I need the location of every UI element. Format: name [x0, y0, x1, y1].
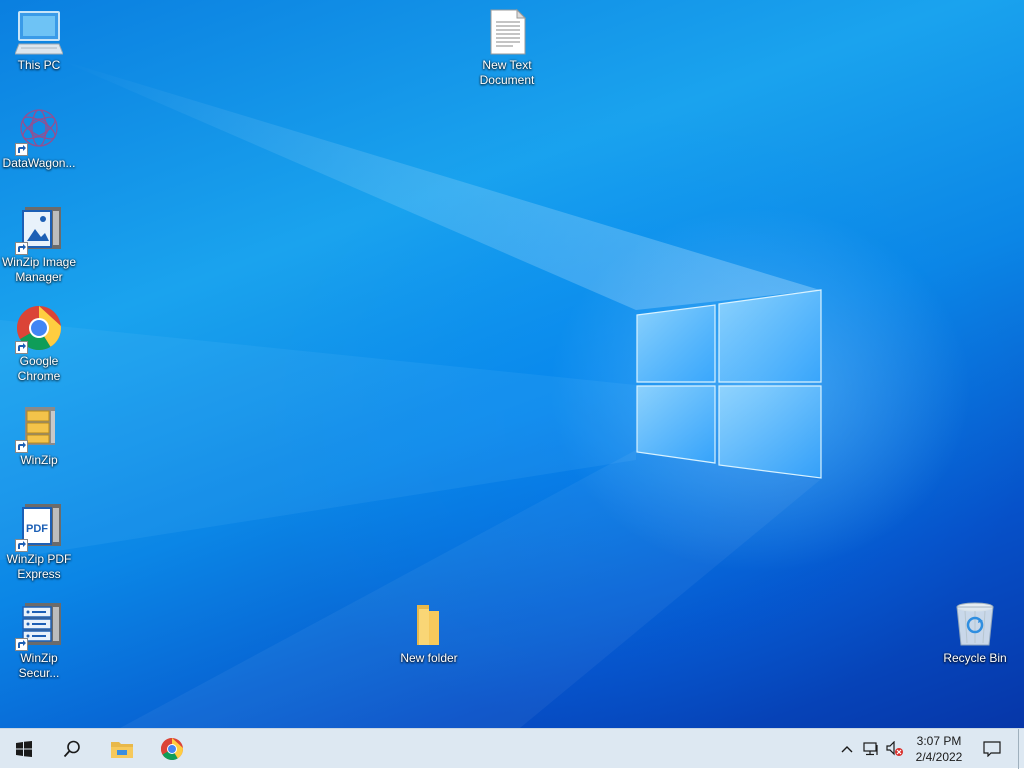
start-button[interactable] — [0, 729, 48, 769]
file-explorer-icon — [111, 742, 133, 758]
taskbar-chrome[interactable] — [148, 729, 196, 769]
icon-label: This PC — [17, 58, 61, 72]
computer-icon — [14, 8, 64, 56]
icon-label: Recycle Bin — [943, 651, 1007, 665]
wallpaper-windows-logo — [636, 289, 822, 479]
datawagon-icon — [15, 106, 63, 156]
winzip-icon — [15, 403, 63, 453]
desktop-icon-recycle-bin[interactable]: Recycle Bin — [936, 601, 1014, 666]
taskbar-file-explorer[interactable] — [98, 729, 146, 769]
taskbar: 3:07 PM 2/4/2022 — [0, 728, 1024, 769]
search-icon — [63, 740, 80, 758]
icon-label: WinZip Image Manager — [1, 255, 77, 284]
chevron-up-icon — [841, 746, 853, 753]
clock-time: 3:07 PM — [916, 734, 962, 748]
desktop[interactable]: This PC DataWagon... WinZip Image Manage… — [0, 0, 1024, 728]
chrome-icon — [161, 738, 183, 761]
clock-button[interactable]: 3:07 PM 2/4/2022 — [908, 729, 970, 769]
winzip-image-manager-icon — [15, 205, 63, 255]
chrome-icon — [15, 304, 63, 354]
folder-icon — [405, 601, 453, 649]
shortcut-arrow-icon — [15, 143, 28, 156]
desktop-icon-winzip[interactable]: WinZip — [0, 403, 78, 468]
shortcut-arrow-icon — [15, 638, 28, 651]
network-button[interactable] — [860, 729, 882, 769]
desktop-icon-winzip-pdf-express[interactable]: PDF WinZip PDF Express — [0, 502, 78, 582]
icon-label: DataWagon... — [2, 156, 76, 170]
action-center-button[interactable] — [974, 729, 1010, 769]
desktop-icon-new-text-document[interactable]: New Text Document — [468, 8, 546, 88]
icon-label: Google Chrome — [17, 354, 61, 383]
shortcut-arrow-icon — [15, 242, 28, 255]
icon-label: New folder — [400, 651, 458, 665]
text-document-icon — [483, 8, 531, 56]
shortcut-arrow-icon — [15, 539, 28, 552]
volume-muted-icon — [886, 741, 903, 756]
icon-label: WinZip — [20, 453, 58, 467]
winzip-pdf-express-icon: PDF — [15, 502, 63, 552]
clock-date: 2/4/2022 — [915, 750, 963, 764]
show-desktop-divider[interactable] — [1018, 729, 1019, 769]
volume-button[interactable] — [884, 729, 906, 769]
desktop-icon-datawagon[interactable]: DataWagon... — [0, 106, 78, 171]
shortcut-arrow-icon — [15, 440, 28, 453]
show-hidden-icons-button[interactable] — [836, 729, 858, 769]
winzip-secure-backup-icon — [15, 601, 63, 651]
icon-label: New Text Document — [479, 58, 535, 87]
icon-label: WinZip PDF Express — [6, 552, 72, 581]
desktop-icon-google-chrome[interactable]: Google Chrome — [0, 304, 78, 384]
desktop-icon-this-pc[interactable]: This PC — [0, 8, 78, 73]
desktop-icon-winzip-secure[interactable]: WinZip Secur... — [0, 601, 78, 681]
notification-icon — [983, 741, 1001, 757]
recycle-bin-icon — [951, 601, 999, 649]
icon-label: WinZip Secur... — [18, 651, 60, 680]
windows-start-icon — [16, 741, 32, 757]
desktop-icon-new-folder[interactable]: New folder — [390, 601, 468, 666]
search-button[interactable] — [48, 729, 96, 769]
shortcut-arrow-icon — [15, 341, 28, 354]
desktop-icon-winzip-image-manager[interactable]: WinZip Image Manager — [0, 205, 78, 285]
network-icon — [863, 742, 878, 756]
svg-text:PDF: PDF — [26, 523, 48, 535]
